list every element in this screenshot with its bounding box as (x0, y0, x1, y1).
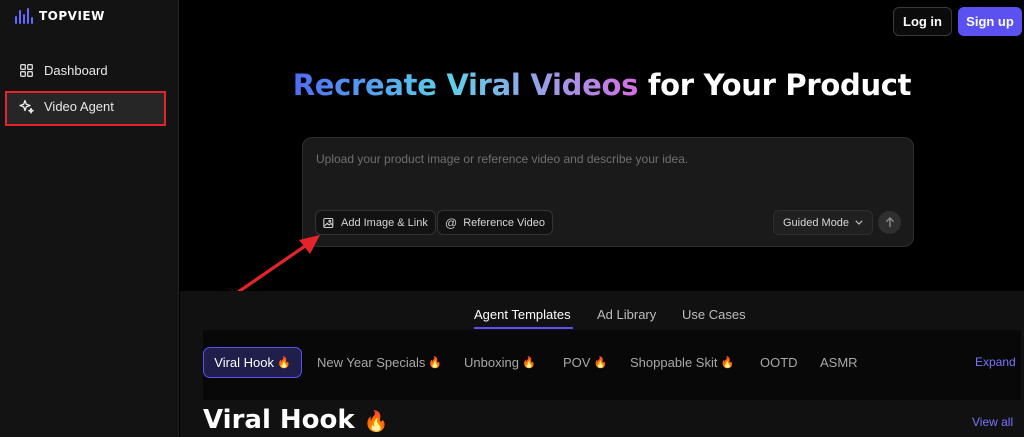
category-label: Unboxing (464, 355, 519, 370)
section-title: Viral Hook 🔥 (203, 405, 389, 435)
category-label: OOTD (760, 355, 798, 370)
fire-icon: 🔥 (277, 357, 291, 369)
sidebar-item-label: Dashboard (44, 62, 108, 78)
tab-active-indicator (474, 327, 573, 329)
image-icon (323, 217, 334, 228)
arrow-up-icon (885, 217, 894, 227)
prompt-input[interactable]: Upload your product image or reference v… (316, 152, 688, 166)
expand-link[interactable]: Expand (975, 355, 1016, 369)
logo-mark-icon (15, 8, 33, 24)
fire-icon: 🔥 (521, 357, 536, 369)
send-button[interactable] (878, 211, 901, 234)
sparkle-icon (18, 98, 34, 114)
section-title-text: Viral Hook (203, 405, 355, 435)
brand-name: TOPVIEW (39, 9, 105, 23)
category-ootd[interactable]: OOTD (760, 347, 798, 378)
sidebar-item-label: Video Agent (44, 98, 114, 114)
fire-icon: 🔥 (720, 357, 735, 369)
hero-title-gradient: Recreate Viral Videos (292, 68, 639, 102)
fire-icon: 🔥 (593, 357, 608, 369)
reference-video-label: Reference Video (463, 216, 545, 229)
reference-video-button[interactable]: @ Reference Video (437, 210, 553, 235)
hero-title: Recreate Viral Videos for Your Product (180, 68, 1024, 102)
view-all-link[interactable]: View all (972, 415, 1013, 429)
sidebar-item-dashboard[interactable]: Dashboard (18, 62, 108, 78)
login-button[interactable]: Log in (893, 7, 952, 36)
at-icon: @ (445, 215, 458, 230)
sidebar-item-video-agent[interactable]: Video Agent (18, 98, 114, 114)
mode-select-label: Guided Mode (783, 216, 850, 229)
hero-title-rest: for Your Product (638, 68, 912, 102)
category-unboxing[interactable]: Unboxing 🔥 (464, 347, 536, 378)
brand-logo[interactable]: TOPVIEW (15, 8, 105, 24)
fire-icon: 🔥 (428, 357, 443, 369)
category-label: POV (563, 355, 591, 370)
category-shoppable-skit[interactable]: Shoppable Skit 🔥 (630, 347, 734, 378)
grid-icon (18, 62, 34, 78)
category-label: ASMR (820, 355, 858, 370)
add-image-link-label: Add Image & Link (341, 216, 428, 229)
category-label: New Year Specials (317, 355, 426, 370)
category-label: Viral Hook (214, 355, 275, 370)
category-viral-hook[interactable]: Viral Hook 🔥 (203, 347, 302, 378)
category-new-year-specials[interactable]: New Year Specials 🔥 (317, 347, 442, 378)
category-pov[interactable]: POV 🔥 (563, 347, 607, 378)
category-label: Shoppable Skit (630, 355, 718, 370)
tab-agent-templates[interactable]: Agent Templates (474, 307, 571, 322)
tab-ad-library[interactable]: Ad Library (597, 307, 656, 322)
tab-use-cases[interactable]: Use Cases (682, 307, 746, 322)
signup-button[interactable]: Sign up (958, 7, 1022, 36)
mode-select[interactable]: Guided Mode (773, 210, 874, 235)
add-image-link-button[interactable]: Add Image & Link (315, 210, 436, 235)
prompt-card[interactable]: Upload your product image or reference v… (302, 137, 914, 247)
fire-icon: 🔥 (363, 409, 389, 433)
category-asmr[interactable]: ASMR (820, 347, 858, 378)
sidebar: TOPVIEW Dashboard (0, 0, 179, 437)
chevron-down-icon (855, 220, 863, 225)
